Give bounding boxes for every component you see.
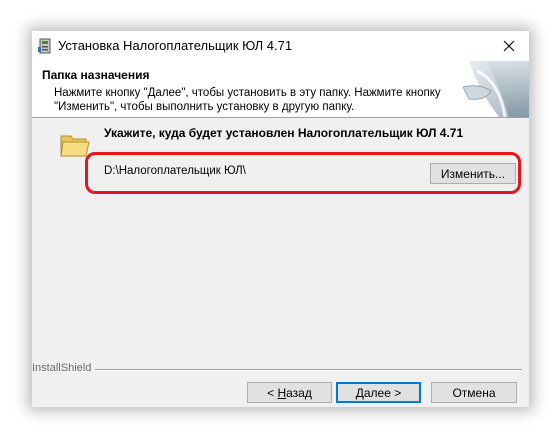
- installshield-banner-graphic: [462, 61, 529, 117]
- destination-prompt: Укажите, куда будет установлен Налогопла…: [104, 126, 464, 140]
- title-bar: Установка Налогоплательщик ЮЛ 4.71: [32, 31, 529, 61]
- close-button[interactable]: [489, 31, 529, 61]
- installshield-divider: [92, 369, 522, 371]
- back-button-prefix: <: [267, 385, 278, 400]
- back-button-label: азад: [286, 385, 312, 400]
- close-icon: [503, 40, 515, 52]
- back-button[interactable]: < Назад: [247, 382, 332, 403]
- next-button-label: алее >: [363, 385, 402, 400]
- next-button[interactable]: Далее >: [336, 382, 421, 403]
- header-banner: Папка назначения Нажмите кнопку "Далее",…: [32, 61, 529, 118]
- folder-icon: [60, 135, 90, 157]
- next-button-hotkey: Д: [355, 385, 364, 400]
- installshield-brand: InstallShield: [32, 362, 96, 374]
- install-path: D:\Налогоплательщик ЮЛ\: [104, 165, 246, 177]
- back-button-hotkey: Н: [277, 385, 287, 400]
- change-folder-button[interactable]: Изменить...: [430, 163, 516, 184]
- cancel-button[interactable]: Отмена: [431, 382, 517, 403]
- installer-window: Установка Налогоплательщик ЮЛ 4.71 Папка…: [32, 31, 529, 407]
- page-description: Нажмите кнопку "Далее", чтобы установить…: [54, 87, 441, 113]
- page-title: Папка назначения: [42, 68, 150, 82]
- window-title: Установка Налогоплательщик ЮЛ 4.71: [58, 38, 293, 53]
- installer-app-icon: [38, 38, 51, 54]
